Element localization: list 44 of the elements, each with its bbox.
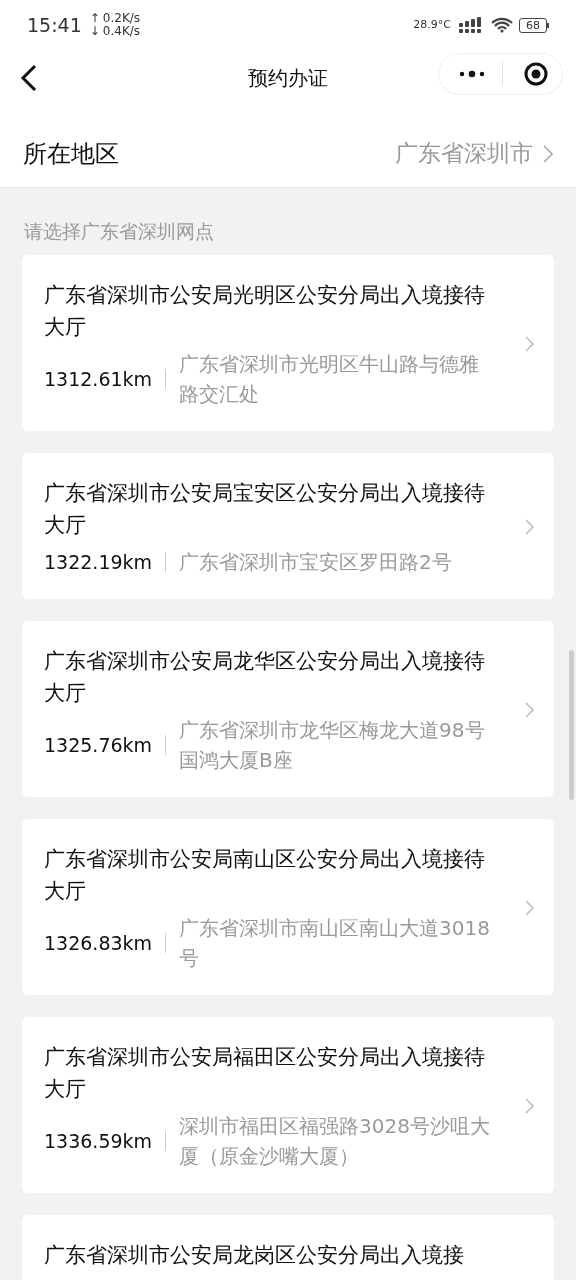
office-card[interactable]: 广东省深圳市公安局龙华区公安分局出入境接待大厅 1325.76km 广东省深圳市龙华区梅龙大道98号国鸿大厦B座 — [22, 621, 554, 797]
status-time: 15:41 — [27, 12, 82, 38]
distance: 1312.61km — [44, 367, 153, 392]
chevron-icon — [525, 900, 534, 916]
office-name: 广东省深圳市公安局龙岗区公安分局出入境接 — [44, 1242, 465, 1269]
office-name: 广东省深圳市公安局宝安区公安分局出入境接待大厅 — [44, 480, 486, 539]
chevron-icon — [525, 519, 534, 535]
upload-speed: 0.2K/s — [102, 12, 141, 25]
distance: 1322.19km — [44, 550, 153, 575]
battery-icon: 68 — [519, 17, 549, 33]
wifi-icon — [491, 17, 513, 33]
chevron-icon — [525, 1098, 534, 1114]
office-address: 广东省深圳市南山区南山大道3018号 — [179, 915, 491, 972]
distance: 1336.59km — [44, 1129, 153, 1154]
office-address: 广东省深圳市龙华区梅龙大道98号国鸿大厦B座 — [179, 717, 486, 774]
chevron-icon — [525, 336, 534, 352]
chevron-icon — [543, 144, 553, 163]
office-name: 广东省深圳市公安局龙华区公安分局出入境接待大厅 — [44, 648, 486, 707]
office-card[interactable]: 广东省深圳市公安局龙岗区公安分局出入境接 — [22, 1215, 554, 1280]
chevron-icon — [525, 702, 534, 718]
office-card[interactable]: 广东省深圳市公安局南山区公安分局出入境接待大厅 1326.83km 广东省深圳市南山区南山大道3018号 — [22, 819, 554, 995]
distance: 1325.76km — [44, 733, 153, 758]
office-address: 广东省深圳市宝安区罗田路2号 — [179, 549, 453, 576]
region-label: 所在地区 — [23, 138, 119, 170]
region-value: 广东省深圳市 — [395, 139, 533, 169]
office-card[interactable]: 广东省深圳市公安局光明区公安分局出入境接待大厅 1312.61km 广东省深圳市光明区牛山路与德雅路交汇处 — [22, 255, 554, 431]
office-name: 广东省深圳市公安局南山区公安分局出入境接待大厅 — [44, 846, 486, 905]
upload-arrow: ↑ — [89, 12, 100, 25]
page-title: 预约办证 — [248, 64, 328, 92]
download-arrow: ↓ — [89, 25, 100, 38]
office-address: 广东省深圳市光明区牛山路与德雅路交汇处 — [179, 351, 481, 408]
office-address: 深圳市福田区福强路3028号沙咀大厦（原金沙嘴大厦） — [179, 1113, 491, 1170]
distance: 1326.83km — [44, 931, 153, 956]
office-name: 广东省深圳市公安局光明区公安分局出入境接待大厅 — [44, 282, 486, 341]
temperature: 28.9°C — [413, 16, 451, 33]
office-card[interactable]: 广东省深圳市公安局福田区公安分局出入境接待大厅 1336.59km 深圳市福田区福强路3028号沙咀大厦（原金沙嘴大厦） — [22, 1017, 554, 1193]
office-name: 广东省深圳市公安局福田区公安分局出入境接待大厅 — [44, 1044, 486, 1103]
back-icon[interactable] — [18, 62, 38, 93]
office-card[interactable]: 广东省深圳市公安局宝安区公安分局出入境接待大厅 1322.19km 广东省深圳市宝安区罗田路2号 — [22, 453, 554, 599]
region-row[interactable]: 所在地区 广东省深圳市 — [0, 120, 576, 188]
more-icon[interactable] — [459, 69, 485, 79]
download-speed: 0.4K/s — [102, 25, 141, 38]
section-label: 请选择广东省深圳网点 — [23, 219, 215, 244]
close-icon[interactable] — [524, 62, 548, 86]
